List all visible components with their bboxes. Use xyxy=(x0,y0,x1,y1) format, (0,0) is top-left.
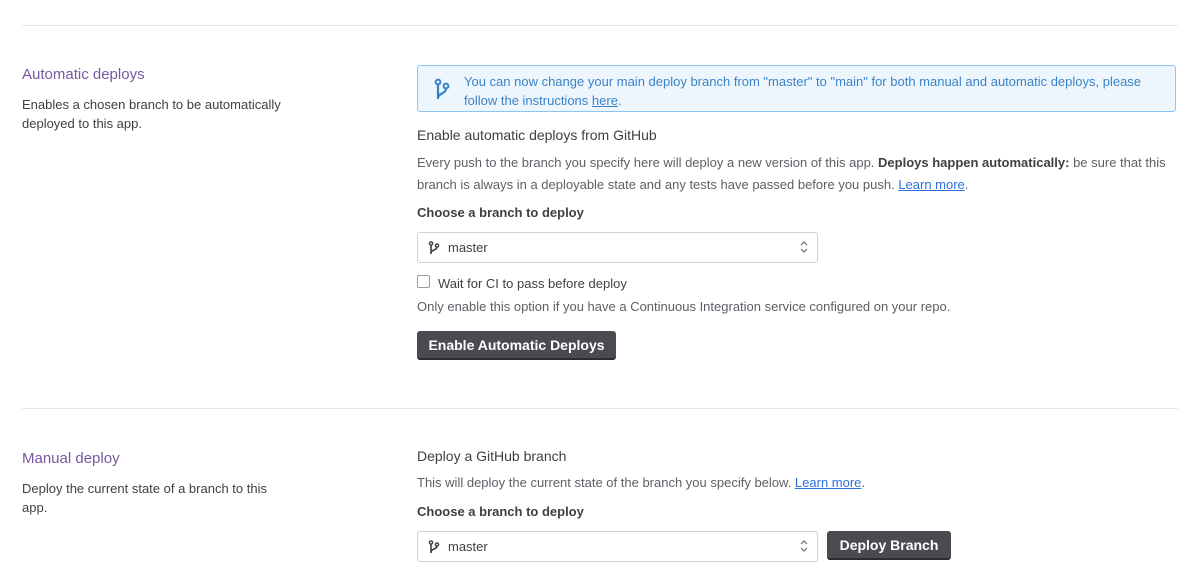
chevron-updown-icon xyxy=(800,241,808,253)
auto-learn-more-link[interactable]: Learn more xyxy=(898,177,964,192)
wait-for-ci-help: Only enable this option if you have a Co… xyxy=(417,299,951,314)
manual-learn-more-link[interactable]: Learn more xyxy=(795,475,861,490)
manual-branch-select[interactable]: master xyxy=(417,531,818,562)
branch-icon xyxy=(434,78,450,99)
branch-icon xyxy=(428,241,440,254)
auto-branch-select[interactable]: master xyxy=(417,232,818,263)
auto-branch-value: master xyxy=(448,240,488,255)
auto-deploy-explanation: Every push to the branch you specify her… xyxy=(417,155,1166,192)
top-divider xyxy=(22,25,1178,26)
manual-deploy-title: Manual deploy xyxy=(22,450,120,467)
branch-icon xyxy=(428,540,440,553)
wait-for-ci-label: Wait for CI to pass before deploy xyxy=(438,276,627,291)
deploy-branch-button[interactable]: Deploy Branch xyxy=(827,531,951,560)
section-divider xyxy=(22,408,1178,409)
wait-for-ci-checkbox[interactable] xyxy=(417,275,430,288)
auto-deploy-subheading: Enable automatic deploys from GitHub xyxy=(417,127,657,143)
chevron-updown-icon xyxy=(800,540,808,552)
manual-branch-value: master xyxy=(448,539,488,554)
auto-branch-label: Choose a branch to deploy xyxy=(417,205,584,220)
manual-deploy-description: Deploy the current state of a branch to … xyxy=(22,481,267,515)
automatic-deploys-description: Enables a chosen branch to be automatica… xyxy=(22,97,281,131)
automatic-deploys-title: Automatic deploys xyxy=(22,66,145,83)
manual-branch-label: Choose a branch to deploy xyxy=(417,504,584,519)
manual-deploy-subheading: Deploy a GitHub branch xyxy=(417,448,567,464)
notice-text: You can now change your main deploy bran… xyxy=(464,74,1142,108)
main-branch-notice: You can now change your main deploy bran… xyxy=(417,65,1176,112)
manual-deploy-explanation: This will deploy the current state of th… xyxy=(417,475,866,490)
notice-here-link[interactable]: here xyxy=(592,93,618,108)
enable-automatic-deploys-button[interactable]: Enable Automatic Deploys xyxy=(417,331,616,360)
